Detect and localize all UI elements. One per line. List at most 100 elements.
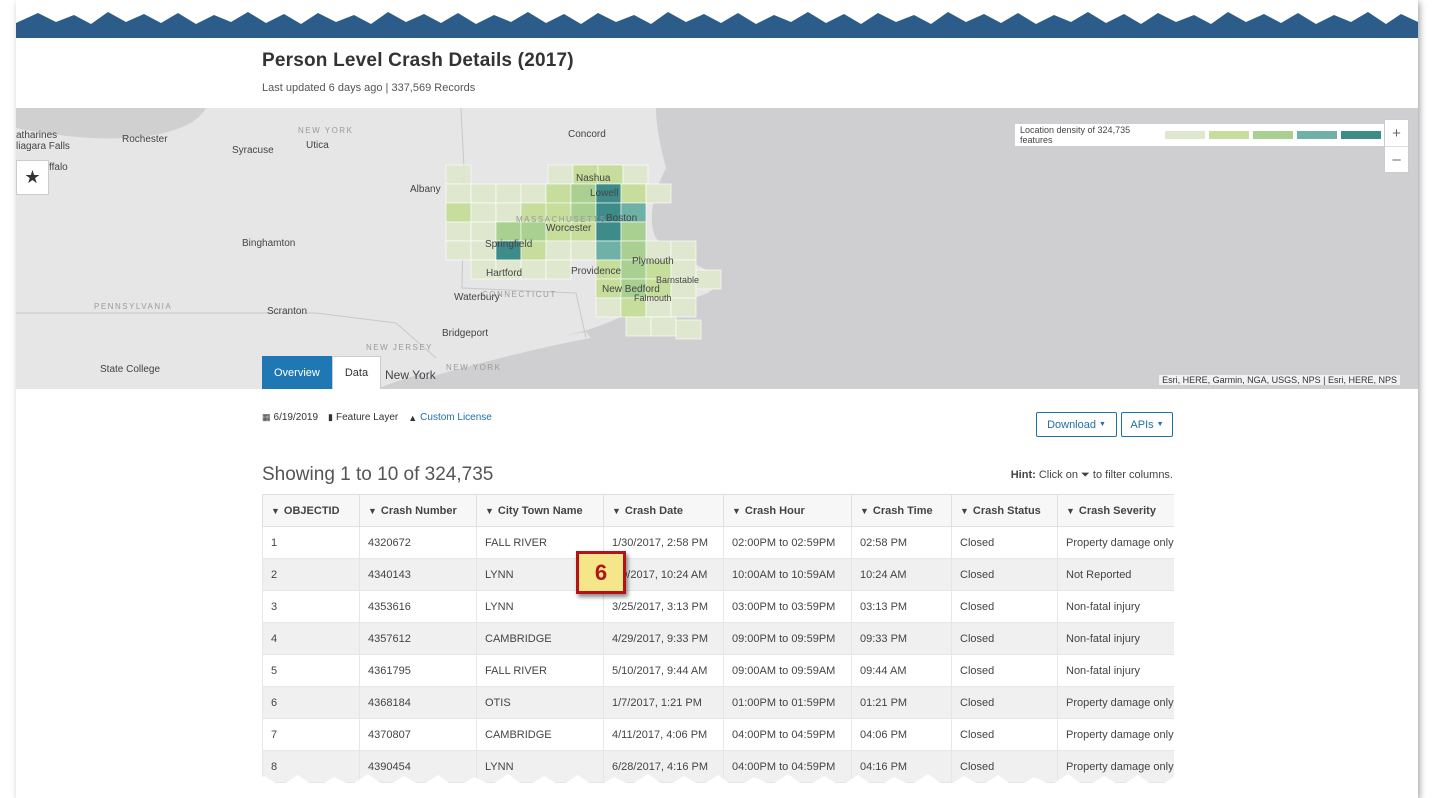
- table-cell: Closed: [951, 526, 1058, 559]
- legend-swatch: [1165, 131, 1205, 139]
- map-label: Falmouth: [634, 293, 672, 303]
- table-cell: 01:21 PM: [851, 686, 952, 719]
- zoom-out-button[interactable]: –: [1385, 146, 1408, 172]
- map-label: NEW YORK: [298, 126, 354, 135]
- map-label: New York: [385, 368, 436, 382]
- filter-icon[interactable]: ▼: [860, 506, 869, 516]
- tab-overview[interactable]: Overview: [262, 356, 332, 389]
- torn-edge-bottom: [16, 774, 1418, 798]
- filter-icon[interactable]: ▼: [485, 506, 494, 516]
- map-label: Concord: [568, 129, 606, 140]
- table-row[interactable]: 2 4340143 LYNN 2/9/2017, 10:24 AM 10:00AM to…: [262, 558, 1174, 591]
- data-table-container: ▼ OBJECTID ▼ Crash Number ▼ City Town Name …: [262, 494, 1174, 794]
- zoom-in-button[interactable]: +: [1385, 120, 1408, 146]
- table-cell: 4368184: [359, 686, 477, 719]
- filter-icon[interactable]: ▼: [960, 506, 969, 516]
- table-row[interactable]: 1 4320672 FALL RIVER 1/30/2017, 2:58 PM 02:0…: [262, 526, 1174, 559]
- filter-icon[interactable]: ▼: [368, 506, 377, 516]
- table-cell: Closed: [951, 558, 1058, 591]
- table-cell: 2: [262, 558, 360, 591]
- column-header-objectid[interactable]: ▼ OBJECTID: [262, 494, 360, 527]
- view-tabs: Overview Data: [262, 356, 382, 389]
- zoom-control: + –: [1384, 119, 1409, 173]
- meta-date-text: 6/19/2019: [273, 412, 319, 423]
- table-row[interactable]: 6 4368184 OTIS 1/7/2017, 1:21 PM 01:00PM to …: [262, 686, 1174, 719]
- column-header-city-town[interactable]: ▼ City Town Name: [476, 494, 604, 527]
- filter-icon[interactable]: ▼: [732, 506, 741, 516]
- star-icon: ★: [24, 167, 41, 187]
- map-label: Scranton: [267, 306, 308, 317]
- table-cell: 10:00AM to 10:59AM: [723, 558, 852, 591]
- table-cell: CAMBRIDGE: [476, 622, 604, 655]
- table-cell: 7: [262, 718, 360, 751]
- table-cell: LYNN: [476, 590, 604, 623]
- favorite-star-button[interactable]: ★: [16, 160, 49, 195]
- table-cell: Closed: [951, 590, 1058, 623]
- filter-icon[interactable]: ▼: [612, 506, 621, 516]
- table-cell: Closed: [951, 654, 1058, 687]
- table-cell: 04:06 PM: [851, 718, 952, 751]
- map-attribution: Esri, HERE, Garmin, NGA, USGS, NPS | Esr…: [1159, 375, 1400, 385]
- table-cell: 4357612: [359, 622, 477, 655]
- table-cell: Closed: [951, 718, 1058, 751]
- table-cell: Non-fatal injury: [1057, 622, 1174, 655]
- map-label: State College: [100, 364, 161, 375]
- custom-license-link[interactable]: Custom License: [420, 412, 492, 423]
- legend-swatches: [1165, 131, 1385, 139]
- dataset-meta: ▦ 6/19/2019 ▮ Feature Layer ▲ Custom Lic…: [262, 412, 502, 423]
- hint-post: to filter columns.: [1092, 469, 1173, 481]
- map-label: Worcester: [546, 223, 592, 234]
- map-view[interactable]: atharines liagara Falls ffalo Rochester …: [16, 108, 1418, 389]
- hint-bold: Hint:: [1010, 469, 1036, 481]
- meta-type: ▮ Feature Layer: [328, 412, 398, 423]
- download-button[interactable]: Download ▼: [1036, 412, 1117, 437]
- legend-swatch: [1341, 131, 1381, 139]
- table-row[interactable]: 4 4357612 CAMBRIDGE 4/29/2017, 9:33 PM 09:00…: [262, 622, 1174, 655]
- table-cell: Property damage only: [1057, 718, 1174, 751]
- table-cell: 02:58 PM: [851, 526, 952, 559]
- map-label: Nashua: [576, 173, 611, 184]
- column-header-crash-date[interactable]: ▼ Crash Date: [603, 494, 724, 527]
- table-cell: 4320672: [359, 526, 477, 559]
- table-row[interactable]: 7 4370807 CAMBRIDGE 4/11/2017, 4:06 PM 04:00…: [262, 718, 1174, 751]
- table-cell: 1: [262, 526, 360, 559]
- filter-icon[interactable]: ▼: [271, 506, 280, 516]
- table-row[interactable]: 5 4361795 FALL RIVER 5/10/2017, 9:44 AM 09:0…: [262, 654, 1174, 687]
- table-cell: CAMBRIDGE: [476, 718, 604, 751]
- map-label: Boston: [606, 213, 638, 224]
- map-label: PENNSYLVANIA: [94, 302, 173, 311]
- column-header-crash-hour[interactable]: ▼ Crash Hour: [723, 494, 852, 527]
- filter-hint: Hint: Click on ⏷ to filter columns.: [1011, 469, 1173, 482]
- tab-data[interactable]: Data: [331, 356, 382, 389]
- results-count: Showing 1 to 10 of 324,735: [262, 464, 494, 485]
- column-header-crash-number[interactable]: ▼ Crash Number: [359, 494, 477, 527]
- table-cell: 04:00PM to 04:59PM: [723, 718, 852, 751]
- column-header-crash-severity[interactable]: ▼ Crash Severity: [1057, 494, 1174, 527]
- page-title: Person Level Crash Details (2017): [262, 50, 574, 71]
- data-table: ▼ OBJECTID ▼ Crash Number ▼ City Town Name …: [262, 494, 1174, 783]
- app-window: Person Level Crash Details (2017) Last u…: [16, 0, 1418, 798]
- table-header-row: ▼ OBJECTID ▼ Crash Number ▼ City Town Name …: [262, 494, 1174, 527]
- table-cell: Property damage only: [1057, 686, 1174, 719]
- table-cell: 4361795: [359, 654, 477, 687]
- filter-icon[interactable]: ▼: [1066, 506, 1075, 516]
- table-cell: 09:33 PM: [851, 622, 952, 655]
- column-header-crash-status[interactable]: ▼ Crash Status: [951, 494, 1058, 527]
- table-cell: 1/7/2017, 1:21 PM: [603, 686, 724, 719]
- basemap: [16, 108, 1418, 389]
- table-cell: 09:00PM to 09:59PM: [723, 622, 852, 655]
- table-cell: 4: [262, 622, 360, 655]
- calendar-icon: ▦: [262, 412, 271, 422]
- density-legend: Location density of 324,735 features: [1015, 124, 1385, 146]
- legend-label: Location density of 324,735 features: [1020, 125, 1131, 145]
- table-cell: 4353616: [359, 590, 477, 623]
- hint-pre: Click on: [1038, 469, 1078, 481]
- map-label: Binghamton: [242, 238, 296, 249]
- table-row[interactable]: 3 4353616 LYNN 3/25/2017, 3:13 PM 03:00PM to…: [262, 590, 1174, 623]
- caret-down-icon: ▼: [1098, 421, 1106, 428]
- torn-edge-top: [16, 0, 1418, 24]
- apis-button[interactable]: APIs ▼: [1121, 412, 1173, 437]
- table-cell: 03:13 PM: [851, 590, 952, 623]
- column-header-crash-time[interactable]: ▼ Crash Time: [851, 494, 952, 527]
- table-cell: Non-fatal injury: [1057, 590, 1174, 623]
